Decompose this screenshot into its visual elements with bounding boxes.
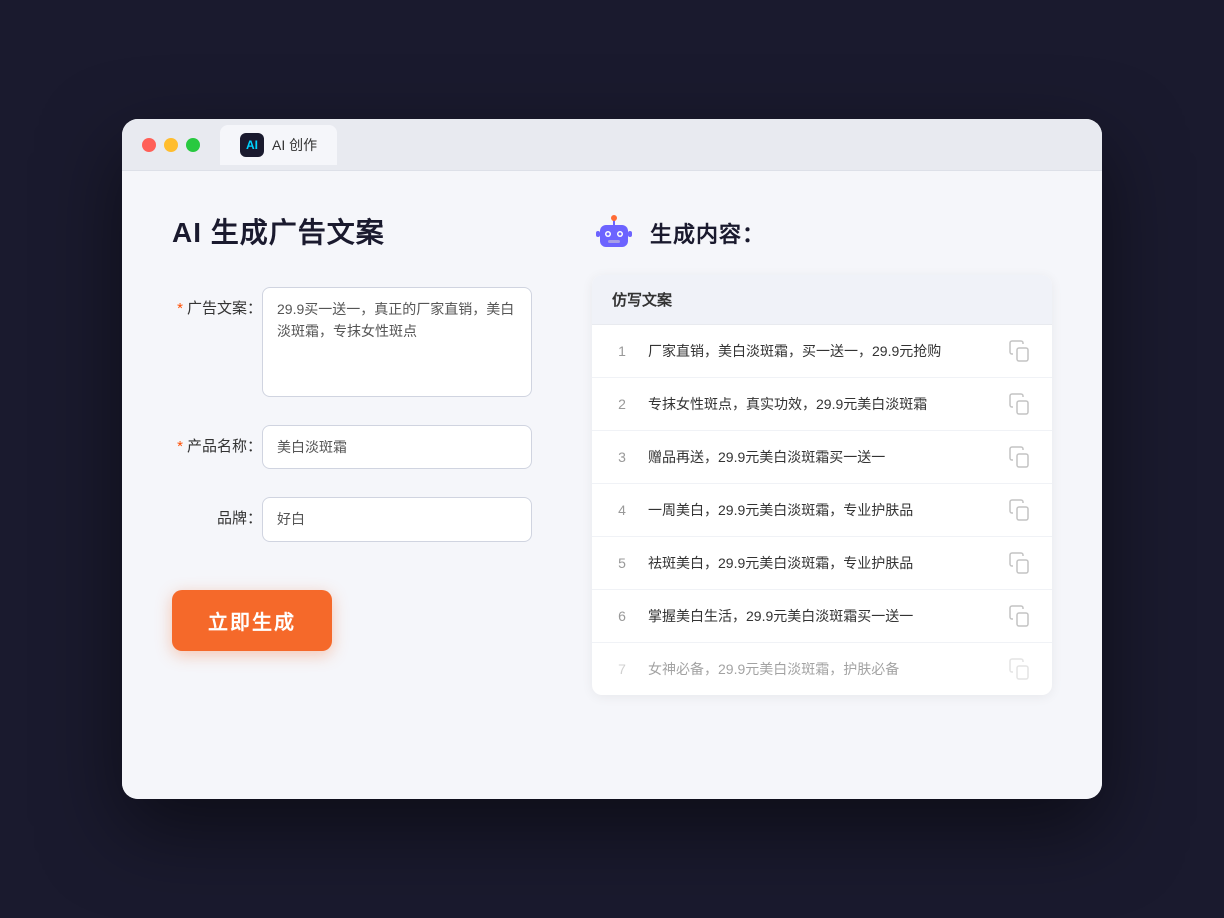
left-panel: AI 生成广告文案 *广告文案： *产品名称： 品牌： 立 [172,211,532,759]
minimize-button[interactable] [164,138,178,152]
ad-copy-label: *广告文案： [172,287,262,318]
brand-input[interactable] [262,497,532,541]
copy-icon[interactable] [1008,551,1032,575]
row-content: 赠品再送，29.9元美白淡斑霜买一送一 [648,447,992,468]
ai-tab-icon: AI [240,133,264,157]
table-row: 6 掌握美白生活，29.9元美白淡斑霜买一送一 [592,590,1052,643]
ad-copy-input[interactable] [262,287,532,397]
brand-label: 品牌： [172,497,262,528]
row-content: 祛斑美白，29.9元美白淡斑霜，专业护肤品 [648,553,992,574]
copy-icon[interactable] [1008,498,1032,522]
table-row: 3 赠品再送，29.9元美白淡斑霜买一送一 [592,431,1052,484]
result-header: 生成内容： [592,211,1052,255]
traffic-lights [142,138,200,152]
row-content: 女神必备，29.9元美白淡斑霜，护肤必备 [648,659,992,680]
copy-icon[interactable] [1008,339,1032,363]
row-number: 6 [612,608,632,624]
ad-copy-group: *广告文案： [172,287,532,397]
title-bar: AI AI 创作 [122,119,1102,171]
copy-icon[interactable] [1008,657,1032,681]
ai-tab[interactable]: AI AI 创作 [220,125,337,165]
page-title: AI 生成广告文案 [172,211,532,251]
main-content: AI 生成广告文案 *广告文案： *产品名称： 品牌： 立 [122,171,1102,799]
table-row: 2 专抹女性斑点，真实功效，29.9元美白淡斑霜 [592,378,1052,431]
row-number: 5 [612,555,632,571]
table-row: 5 祛斑美白，29.9元美白淡斑霜，专业护肤品 [592,537,1052,590]
row-number: 4 [612,502,632,518]
row-number: 3 [612,449,632,465]
row-content: 厂家直销，美白淡斑霜，买一送一，29.9元抢购 [648,341,992,362]
brand-group: 品牌： [172,497,532,541]
maximize-button[interactable] [186,138,200,152]
row-number: 1 [612,343,632,359]
close-button[interactable] [142,138,156,152]
row-content: 掌握美白生活，29.9元美白淡斑霜买一送一 [648,606,992,627]
table-row: 1 厂家直销，美白淡斑霜，买一送一，29.9元抢购 [592,325,1052,378]
generate-button[interactable]: 立即生成 [172,590,332,651]
row-content: 一周美白，29.9元美白淡斑霜，专业护肤品 [648,500,992,521]
copy-icon[interactable] [1008,604,1032,628]
copy-icon[interactable] [1008,392,1032,416]
robot-icon [592,211,636,255]
result-table: 仿写文案 1 厂家直销，美白淡斑霜，买一送一，29.9元抢购 2 专抹女性斑点，真实… [592,275,1052,695]
product-name-input[interactable] [262,425,532,469]
table-row: 4 一周美白，29.9元美白淡斑霜，专业护肤品 [592,484,1052,537]
row-number: 2 [612,396,632,412]
table-row: 7 女神必备，29.9元美白淡斑霜，护肤必备 [592,643,1052,695]
ad-copy-required: * [177,300,183,317]
row-content: 专抹女性斑点，真实功效，29.9元美白淡斑霜 [648,394,992,415]
copy-icon[interactable] [1008,445,1032,469]
browser-window: AI AI 创作 AI 生成广告文案 *广告文案： *产品名称： [122,119,1102,799]
product-name-label: *产品名称： [172,425,262,456]
product-name-group: *产品名称： [172,425,532,469]
table-column-header: 仿写文案 [592,275,1052,325]
row-number: 7 [612,661,632,677]
right-panel: 生成内容： 仿写文案 1 厂家直销，美白淡斑霜，买一送一，29.9元抢购 2 专抹女… [592,211,1052,759]
product-name-required: * [177,438,183,455]
result-title: 生成内容： [650,217,765,249]
ai-tab-label: AI 创作 [272,135,317,155]
